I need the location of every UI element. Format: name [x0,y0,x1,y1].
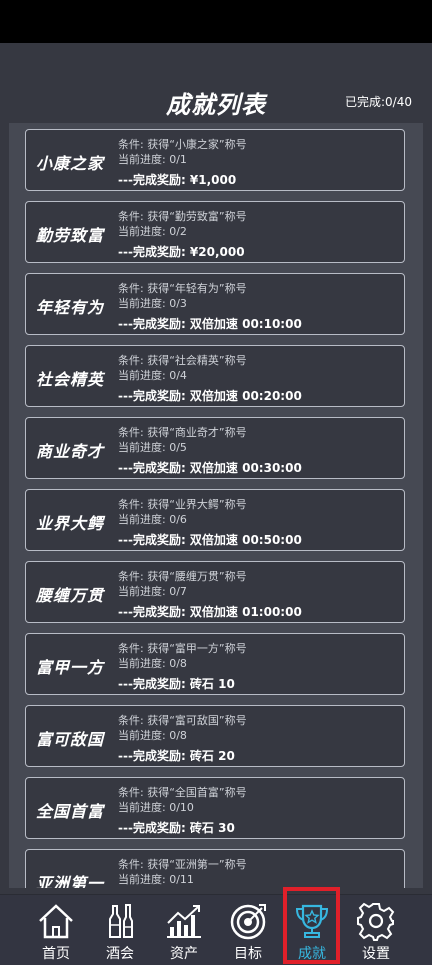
achievement-progress: 当前进度: 0/11 [118,873,194,886]
achievement-reward: ---完成奖励: ¥20,000 [118,245,245,259]
tab-label: 资产 [170,946,198,962]
achievement-name: 亚洲第一 [36,874,105,888]
achievement-condition: 条件: 获得“亚洲第一”称号 [118,858,247,871]
app-screen: 成就列表 已完成:0/40 小康之家 条件: 获得“小康之家”称号 当前进度: … [0,43,432,965]
achievement-progress: 当前进度: 0/2 [118,225,187,238]
achievement-condition: 条件: 获得“商业奇才”称号 [118,426,247,439]
achievement-progress: 当前进度: 0/3 [118,297,187,310]
gear-icon [357,902,395,941]
achievement-reward: ---完成奖励: 砖石 10 [118,677,235,691]
achievement-name: 富甲一方 [36,658,105,677]
achievement-reward: ---完成奖励: 砖石 20 [118,749,235,763]
completed-count: 已完成:0/40 [345,95,412,109]
achievement-progress: 当前进度: 0/7 [118,585,187,598]
achievement-reward: ---完成奖励: 砖石 30 [118,821,235,835]
tab-label: 设置 [362,946,390,962]
bottom-tab-bar: 首页 酒会 资产 目标 成就 设置 [0,894,432,965]
achievement-card[interactable]: 社会精英 条件: 获得“社会精英”称号 当前进度: 0/4 ---完成奖励: 双… [25,345,405,407]
tab-label: 目标 [234,946,262,962]
chart-icon [167,905,201,938]
achievement-condition: 条件: 获得“富可敌国”称号 [118,714,247,727]
achievement-progress: 当前进度: 0/8 [118,729,187,742]
active-tab-highlight [283,887,340,964]
achievement-condition: 条件: 获得“富甲一方”称号 [118,642,247,655]
achievement-progress: 当前进度: 0/10 [118,801,194,814]
achievement-progress: 当前进度: 0/1 [118,153,187,166]
achievement-name: 勤劳致富 [36,226,105,245]
tab-label: 酒会 [106,946,134,962]
tab-home[interactable]: 首页 [24,895,88,965]
achievement-name: 富可敌国 [36,730,105,749]
header: 成就列表 已完成:0/40 [0,43,432,119]
achievement-name: 年轻有为 [36,298,105,317]
achievement-card[interactable]: 腰缠万贯 条件: 获得“腰缠万贯”称号 当前进度: 0/7 ---完成奖励: 双… [25,561,405,623]
tab-label: 首页 [42,946,70,962]
achievement-reward: ---完成奖励: 双倍加速 00:30:00 [118,461,302,475]
achievement-progress: 当前进度: 0/6 [118,513,187,526]
achievement-reward: ---完成奖励: 双倍加速 00:50:00 [118,533,302,547]
achievement-name: 商业奇才 [36,442,105,461]
achievement-condition: 条件: 获得“小康之家”称号 [118,138,247,151]
achievement-name: 小康之家 [36,154,105,173]
achievement-name: 社会精英 [36,370,105,389]
achievement-condition: 条件: 获得“社会精英”称号 [118,354,247,367]
achievement-card[interactable]: 勤劳致富 条件: 获得“勤劳致富”称号 当前进度: 0/2 ---完成奖励: ¥… [25,201,405,263]
achievement-progress: 当前进度: 0/5 [118,441,187,454]
bottles-icon [109,904,133,938]
achievement-condition: 条件: 获得“勤劳致富”称号 [118,210,247,223]
achievement-progress: 当前进度: 0/8 [118,657,187,670]
tab-settings[interactable]: 设置 [344,895,408,965]
achievement-name: 腰缠万贯 [36,586,105,605]
achievement-progress: 当前进度: 0/4 [118,369,187,382]
achievement-condition: 条件: 获得“腰缠万贯”称号 [118,570,247,583]
achievement-card[interactable]: 富甲一方 条件: 获得“富甲一方”称号 当前进度: 0/8 ---完成奖励: 砖… [25,633,405,695]
achievement-card[interactable]: 商业奇才 条件: 获得“商业奇才”称号 当前进度: 0/5 ---完成奖励: 双… [25,417,405,479]
achievement-card[interactable]: 全国首富 条件: 获得“全国首富”称号 当前进度: 0/10 ---完成奖励: … [25,777,405,839]
achievement-condition: 条件: 获得“全国首富”称号 [118,786,247,799]
achievement-card[interactable]: 业界大鳄 条件: 获得“业界大鳄”称号 当前进度: 0/6 ---完成奖励: 双… [25,489,405,551]
achievement-name: 业界大鳄 [36,514,105,533]
home-icon [39,904,73,939]
achievement-reward: ---完成奖励: 双倍加速 01:00:00 [118,605,302,619]
achievement-reward: ---完成奖励: ¥1,000 [118,173,237,187]
achievement-reward: ---完成奖励: 双倍加速 00:10:00 [118,317,302,331]
achievement-condition: 条件: 获得“业界大鳄”称号 [118,498,247,511]
achievement-card[interactable]: 亚洲第一 条件: 获得“亚洲第一”称号 当前进度: 0/11 [25,849,405,888]
tab-party[interactable]: 酒会 [88,895,152,965]
achievement-condition: 条件: 获得“年轻有为”称号 [118,282,247,295]
achievement-reward: ---完成奖励: 双倍加速 00:20:00 [118,389,302,403]
achievement-name: 全国首富 [36,802,105,821]
achievement-card[interactable]: 年轻有为 条件: 获得“年轻有为”称号 当前进度: 0/3 ---完成奖励: 双… [25,273,405,335]
tab-goals[interactable]: 目标 [216,895,280,965]
tab-assets[interactable]: 资产 [152,895,216,965]
achievement-list[interactable]: 小康之家 条件: 获得“小康之家”称号 当前进度: 0/1 ---完成奖励: ¥… [9,123,423,888]
achievement-card[interactable]: 小康之家 条件: 获得“小康之家”称号 当前进度: 0/1 ---完成奖励: ¥… [25,129,405,191]
target-icon [230,904,266,940]
achievement-card[interactable]: 富可敌国 条件: 获得“富可敌国”称号 当前进度: 0/8 ---完成奖励: 砖… [25,705,405,767]
